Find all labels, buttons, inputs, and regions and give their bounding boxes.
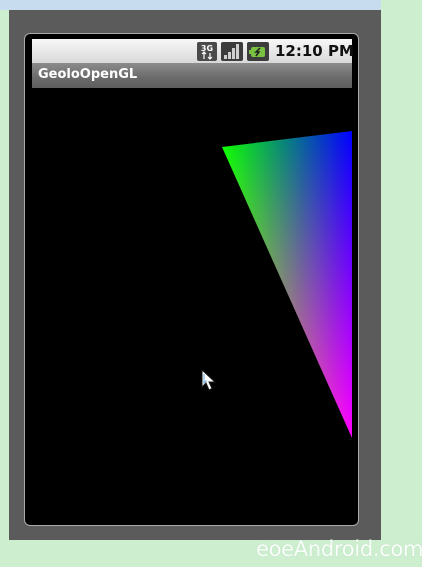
app-title: GeoloOpenGL [38, 67, 138, 82]
3g-data-icon: 3G [197, 42, 217, 61]
mouse-pointer-icon [201, 369, 217, 391]
app-title-bar: GeoloOpenGL [32, 63, 352, 88]
status-clock: 12:10 PM [275, 42, 354, 60]
top-strip [0, 0, 381, 10]
opengl-canvas[interactable] [32, 88, 352, 524]
device-screen: 3G 12:10 PM GeoloOpenGL [24, 33, 359, 526]
svg-text:3G: 3G [201, 44, 213, 53]
watermark-text: eoeAndroid.com [256, 537, 422, 561]
status-bar: 3G 12:10 PM [32, 39, 354, 63]
battery-charging-icon [247, 42, 269, 61]
gl-triangle-shading [222, 131, 352, 438]
signal-strength-icon [221, 42, 243, 61]
